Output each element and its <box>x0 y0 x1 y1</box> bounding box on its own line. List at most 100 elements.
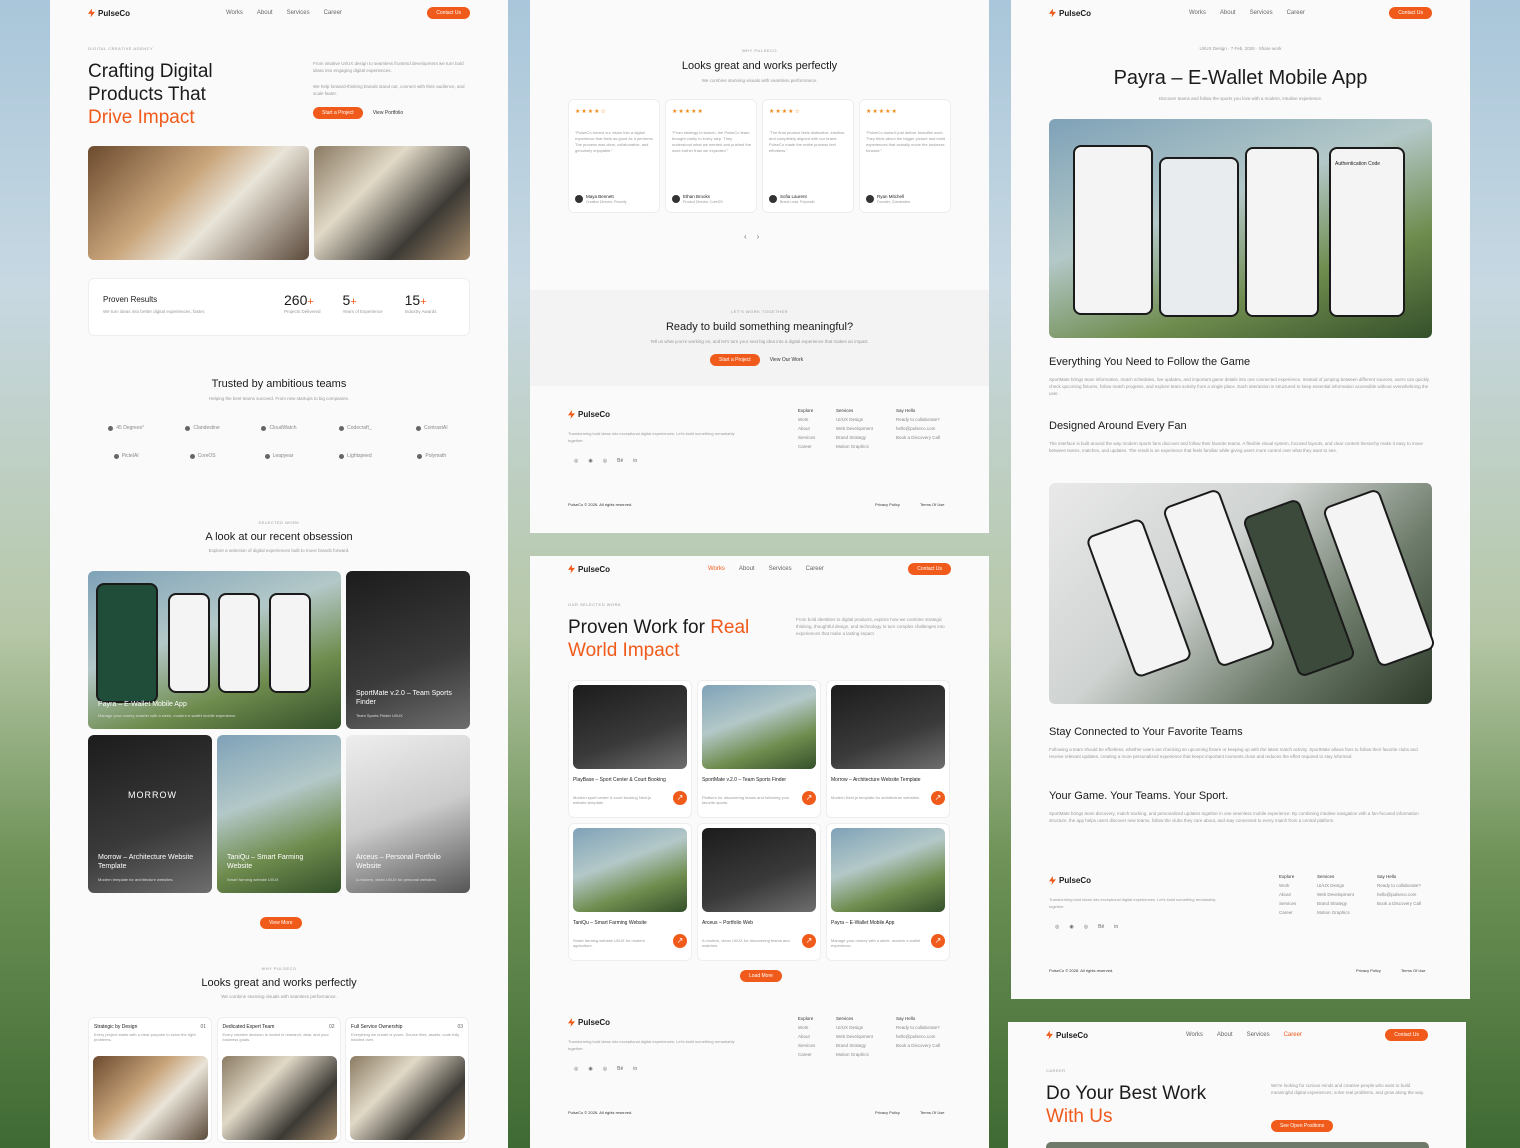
footer-link[interactable]: hello@pulseco.com <box>896 424 940 433</box>
footer-link[interactable]: About <box>1279 890 1296 899</box>
work-item[interactable]: SportMate v.2.0 – Team Sports Finder Plat… <box>697 680 821 818</box>
footer-link[interactable]: Career <box>798 1050 815 1059</box>
social-icon[interactable]: ◉ <box>588 1066 592 1072</box>
footer-link[interactable]: About <box>798 1032 815 1041</box>
social-icon[interactable]: Bē <box>1098 924 1104 930</box>
footer-link[interactable]: Brand Strategy <box>836 433 873 442</box>
nav-career[interactable]: Career <box>324 10 342 16</box>
privacy-link[interactable]: Privacy Policy <box>875 1110 900 1115</box>
social-icon[interactable]: ◎ <box>574 458 578 464</box>
social-icon[interactable]: ◎ <box>603 458 607 464</box>
open-positions-button[interactable]: See Open Positions <box>1271 1120 1334 1132</box>
nav-about[interactable]: About <box>257 10 273 16</box>
footer-link[interactable]: Work <box>1279 881 1296 890</box>
social-icon[interactable]: ◎ <box>603 1066 607 1072</box>
work-card-payra[interactable]: Payra – E-Wallet Mobile App Manage your … <box>88 571 341 729</box>
footer-link[interactable]: UI/UX Design <box>836 415 873 424</box>
footer-logo[interactable]: PulseCo <box>1049 876 1189 885</box>
social-icon[interactable]: ◉ <box>1069 924 1073 930</box>
footer-link[interactable]: UI/UX Design <box>1317 881 1354 890</box>
footer-link[interactable]: Motion Graphics <box>1317 908 1354 917</box>
nav-services[interactable]: Services <box>1250 10 1273 16</box>
footer-link[interactable]: Services <box>798 1041 815 1050</box>
footer-logo[interactable]: PulseCo <box>568 1018 708 1027</box>
nav-works[interactable]: Works <box>708 566 725 572</box>
footer-link[interactable]: Ready to collaborate? <box>1377 881 1421 890</box>
work-card-taniqu[interactable]: TaniQu – Smart Farming Website Smart far… <box>217 735 341 893</box>
privacy-link[interactable]: Privacy Policy <box>875 502 900 507</box>
social-icon[interactable]: in <box>633 1066 637 1072</box>
terms-link[interactable]: Terms Of Use <box>1401 968 1425 973</box>
terms-link[interactable]: Terms Of Use <box>920 1110 944 1115</box>
social-icon[interactable]: in <box>1114 924 1118 930</box>
social-icon[interactable]: ◎ <box>1055 924 1059 930</box>
nav-works[interactable]: Works <box>1189 10 1206 16</box>
nav-about[interactable]: About <box>1217 1032 1233 1038</box>
work-item[interactable]: Morrow – Architecture Website Template Mo… <box>826 680 950 818</box>
brand-logo[interactable]: PulseCo <box>88 8 228 18</box>
social-icon[interactable]: Bē <box>617 1066 623 1072</box>
footer-logo[interactable]: PulseCo <box>568 410 708 419</box>
work-card-sportmate[interactable]: SportMate v.2.0 – Team Sports Finder Tea… <box>346 571 470 729</box>
social-icon[interactable]: ◎ <box>1084 924 1088 930</box>
work-card-arceus[interactable]: Arceus – Personal Portfolio Website A mo… <box>346 735 470 893</box>
arrow-icon[interactable]: ↗ <box>931 934 945 948</box>
contact-button[interactable]: Contact Us <box>1385 1029 1428 1041</box>
social-icon[interactable]: ◉ <box>588 458 592 464</box>
footer-link[interactable]: hello@pulseco.com <box>1377 890 1421 899</box>
footer-link[interactable]: Web Development <box>836 1032 873 1041</box>
arrow-icon[interactable]: ↗ <box>802 934 816 948</box>
nav-career[interactable]: Career <box>1287 10 1305 16</box>
footer-link[interactable]: Motion Graphics <box>836 442 873 451</box>
prev-arrow-icon[interactable]: ‹ <box>744 232 747 241</box>
social-icon[interactable]: in <box>633 458 637 464</box>
footer-link[interactable]: Web Development <box>836 424 873 433</box>
footer-link[interactable]: Web Development <box>1317 890 1354 899</box>
nav-services[interactable]: Services <box>287 10 310 16</box>
footer-link[interactable]: Career <box>798 442 815 451</box>
terms-link[interactable]: Terms Of Use <box>920 502 944 507</box>
nav-about[interactable]: About <box>739 566 755 572</box>
footer-link[interactable]: UI/UX Design <box>836 1023 873 1032</box>
footer-link[interactable]: Book a Discovery Call <box>1377 899 1421 908</box>
footer-link[interactable]: Career <box>1279 908 1296 917</box>
footer-link[interactable]: Book a Discovery Call <box>896 1041 940 1050</box>
arrow-icon[interactable]: ↗ <box>931 791 945 805</box>
cta-view-button[interactable]: View Our Work <box>764 354 809 366</box>
nav-works[interactable]: Works <box>226 10 243 16</box>
arrow-icon[interactable]: ↗ <box>802 791 816 805</box>
contact-button[interactable]: Contact Us <box>1389 7 1432 19</box>
footer-link[interactable]: Services <box>798 433 815 442</box>
contact-button[interactable]: Contact Us <box>427 7 470 19</box>
contact-button[interactable]: Contact Us <box>908 563 951 575</box>
nav-career[interactable]: Career <box>1284 1032 1302 1038</box>
view-portfolio-button[interactable]: View Portfolio <box>367 107 409 119</box>
footer-link[interactable]: Ready to collaborate? <box>896 415 940 424</box>
work-item[interactable]: Arceus – Portfolio Web A modern, clean UI… <box>697 823 821 961</box>
footer-link[interactable]: About <box>798 424 815 433</box>
load-more-button[interactable]: Load More <box>740 970 782 982</box>
view-more-button[interactable]: View More <box>260 917 302 929</box>
start-project-button[interactable]: Start a Project <box>313 107 363 119</box>
privacy-link[interactable]: Privacy Policy <box>1356 968 1381 973</box>
nav-services[interactable]: Services <box>1247 1032 1270 1038</box>
nav-services[interactable]: Services <box>769 566 792 572</box>
social-icon[interactable]: Bē <box>617 458 623 464</box>
nav-works[interactable]: Works <box>1186 1032 1203 1038</box>
social-icon[interactable]: ◎ <box>574 1066 578 1072</box>
footer-link[interactable]: Work <box>798 1023 815 1032</box>
footer-link[interactable]: Brand Strategy <box>836 1041 873 1050</box>
footer-link[interactable]: Book a Discovery Call <box>896 433 940 442</box>
arrow-icon[interactable]: ↗ <box>673 934 687 948</box>
next-arrow-icon[interactable]: › <box>757 232 760 241</box>
footer-link[interactable]: Work <box>798 415 815 424</box>
footer-link[interactable]: Services <box>1279 899 1296 908</box>
arrow-icon[interactable]: ↗ <box>673 791 687 805</box>
work-item[interactable]: TaniQu – Smart Farming Website Smart farm… <box>568 823 692 961</box>
work-item[interactable]: Payra – E-Wallet Mobile App Manage your m… <box>826 823 950 961</box>
footer-link[interactable]: Motion Graphics <box>836 1050 873 1059</box>
work-item[interactable]: PlayBase – Sport Center & Court Booking M… <box>568 680 692 818</box>
work-card-morrow[interactable]: MORROW Morrow – Architecture Website Tem… <box>88 735 212 893</box>
nav-about[interactable]: About <box>1220 10 1236 16</box>
footer-link[interactable]: Brand Strategy <box>1317 899 1354 908</box>
